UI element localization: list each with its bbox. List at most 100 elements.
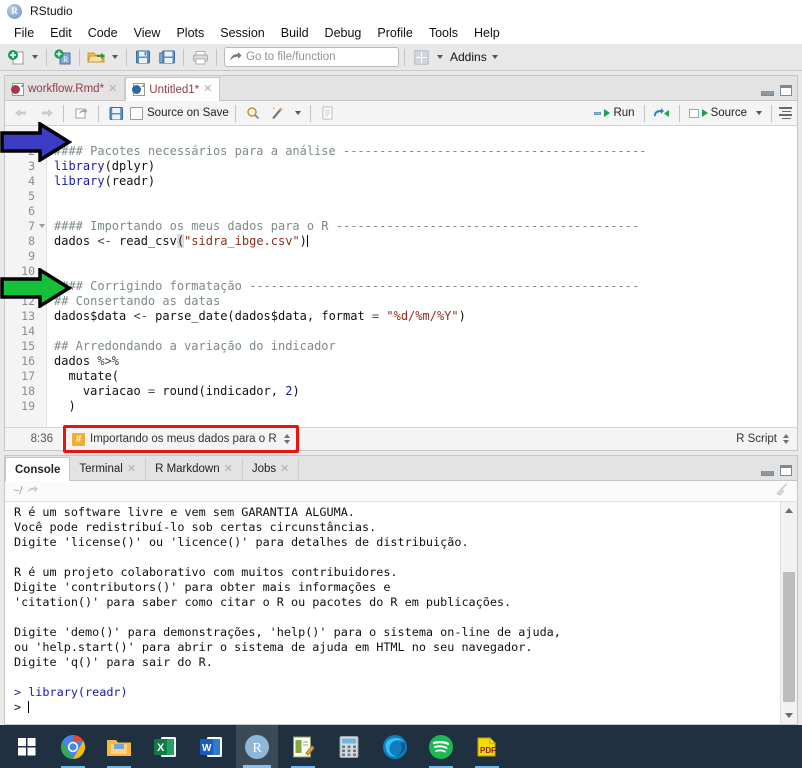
workspace-panes-dropdown-icon[interactable] xyxy=(437,55,443,59)
excel-icon[interactable]: X xyxy=(144,725,186,768)
minimize-pane-icon[interactable] xyxy=(761,471,774,476)
workspace-panes-icon[interactable] xyxy=(410,47,432,67)
code-line[interactable]: dados$data <- parse_date(dados$data, for… xyxy=(54,309,797,324)
menu-tools[interactable]: Tools xyxy=(421,24,466,42)
tab-console[interactable]: Console xyxy=(5,457,71,481)
code-line[interactable]: library(readr) xyxy=(54,174,797,189)
tab-r-markdown[interactable]: R Markdown ✕ xyxy=(146,458,243,480)
console-output[interactable]: R é um software livre e vem sem GARANTIA… xyxy=(5,502,780,724)
code-line[interactable]: ## Consertando as datas xyxy=(54,294,797,309)
source-button[interactable]: Source xyxy=(686,106,750,120)
menu-file[interactable]: File xyxy=(6,24,42,42)
file-type-selector[interactable]: R Script xyxy=(736,433,797,445)
editor-code-area[interactable]: #### Pacotes necessários para a análise … xyxy=(47,126,797,427)
code-fold-icon[interactable] xyxy=(39,224,45,228)
console-body[interactable]: R é um software livre e vem sem GARANTIA… xyxy=(5,502,797,724)
file-explorer-icon[interactable] xyxy=(98,725,140,768)
close-icon[interactable]: ✕ xyxy=(280,463,289,475)
save-icon[interactable] xyxy=(132,47,154,67)
code-line[interactable] xyxy=(54,264,797,279)
re-run-icon[interactable] xyxy=(651,103,673,123)
save-all-icon[interactable] xyxy=(156,47,178,67)
code-line[interactable]: #### Pacotes necessários para a análise … xyxy=(54,144,797,159)
console-scrollbar[interactable] xyxy=(780,502,797,724)
find-icon[interactable] xyxy=(242,103,264,123)
menu-session[interactable]: Session xyxy=(212,24,272,42)
code-line[interactable]: dados <- read_csv("sidra_ibge.csv") xyxy=(54,234,797,249)
menu-help[interactable]: Help xyxy=(466,24,508,42)
code-tools-icon[interactable] xyxy=(267,103,289,123)
start-button-icon[interactable] xyxy=(6,725,48,768)
code-line[interactable] xyxy=(54,204,797,219)
code-line[interactable]: mutate( xyxy=(54,369,797,384)
show-in-new-window-icon[interactable] xyxy=(70,103,92,123)
code-line[interactable]: library(dplyr) xyxy=(54,159,797,174)
source-tab-untitled1[interactable]: Untitled1* ✕ xyxy=(125,77,221,101)
menu-debug[interactable]: Debug xyxy=(317,24,370,42)
forward-arrow-icon[interactable] xyxy=(35,103,57,123)
close-icon[interactable]: ✕ xyxy=(224,463,233,475)
maximize-pane-icon[interactable] xyxy=(780,85,792,96)
close-icon[interactable]: ✕ xyxy=(108,83,117,95)
menu-build[interactable]: Build xyxy=(273,24,317,42)
menu-plots[interactable]: Plots xyxy=(168,24,212,42)
print-icon[interactable] xyxy=(189,47,211,67)
code-section-selector[interactable]: # Importando os meus dados para o R xyxy=(63,425,299,453)
edge-icon[interactable] xyxy=(374,725,416,768)
open-file-dropdown-icon[interactable] xyxy=(112,55,118,59)
editor-save-icon[interactable] xyxy=(105,103,127,123)
notepad-icon[interactable] xyxy=(282,725,324,768)
section-stepper-icon[interactable] xyxy=(283,434,290,444)
goto-file-function-input[interactable]: Go to file/function xyxy=(224,47,399,67)
code-line[interactable]: #### Importando os meus dados para o R -… xyxy=(54,219,797,234)
new-project-icon[interactable]: R xyxy=(52,47,74,67)
compile-report-icon[interactable] xyxy=(317,103,339,123)
close-icon[interactable]: ✕ xyxy=(203,84,212,95)
back-arrow-icon[interactable] xyxy=(10,103,32,123)
scrollbar-thumb[interactable] xyxy=(783,572,795,702)
source-on-save-checkbox[interactable]: Source on Save xyxy=(130,106,229,120)
google-chrome-icon[interactable] xyxy=(52,725,94,768)
menu-edit[interactable]: Edit xyxy=(42,24,80,42)
source-tab-workflow-rmd[interactable]: workflow.Rmd* ✕ xyxy=(5,78,126,100)
editor-body[interactable]: 1 2 3 4 5 6 7 8 9 10 11 12 13 14 15 16 17 18 19 #### Pacot… xyxy=(5,126,797,427)
minimize-pane-icon[interactable] xyxy=(761,91,774,96)
broom-icon[interactable] xyxy=(775,483,789,499)
code-tools-dropdown-icon[interactable] xyxy=(294,111,301,115)
scroll-down-icon[interactable] xyxy=(785,713,793,718)
word-icon[interactable]: W xyxy=(190,725,232,768)
addins-dropdown-icon[interactable] xyxy=(491,55,498,59)
code-line[interactable]: #### Corrigindo formatação -------------… xyxy=(54,279,797,294)
menu-profile[interactable]: Profile xyxy=(369,24,420,42)
spotify-icon[interactable] xyxy=(420,725,462,768)
code-line[interactable]: variacao = round(indicador, 2) xyxy=(54,384,797,399)
code-line[interactable] xyxy=(54,189,797,204)
menu-code[interactable]: Code xyxy=(80,24,126,42)
code-line[interactable]: ) xyxy=(54,399,797,414)
checkbox-icon[interactable] xyxy=(130,106,143,120)
document-outline-icon[interactable] xyxy=(778,103,792,123)
new-file-icon[interactable] xyxy=(5,47,27,67)
source-dropdown-icon[interactable] xyxy=(756,111,762,115)
maximize-pane-icon[interactable] xyxy=(780,465,792,476)
code-line[interactable]: dados %>% xyxy=(54,354,797,369)
addins-button[interactable]: Addins xyxy=(450,50,487,64)
run-button[interactable]: Run xyxy=(591,106,637,120)
code-line[interactable] xyxy=(54,129,797,144)
tab-jobs[interactable]: Jobs ✕ xyxy=(243,458,300,480)
new-file-dropdown-icon[interactable] xyxy=(32,55,38,59)
menu-view[interactable]: View xyxy=(126,24,169,42)
code-line[interactable]: ## Arredondando a variação do indicador xyxy=(54,339,797,354)
open-file-icon[interactable] xyxy=(85,47,107,67)
tab-terminal[interactable]: Terminal ✕ xyxy=(70,458,147,480)
code-line[interactable] xyxy=(54,324,797,339)
code-line[interactable] xyxy=(54,249,797,264)
close-icon[interactable]: ✕ xyxy=(127,463,136,475)
file-type-stepper-icon[interactable] xyxy=(783,434,789,444)
code-fold-icon[interactable] xyxy=(39,284,45,288)
calculator-icon[interactable] xyxy=(328,725,370,768)
pdf-icon[interactable]: PDF xyxy=(466,725,508,768)
working-directory-label[interactable]: ~/ xyxy=(13,485,22,497)
rstudio-icon[interactable]: R xyxy=(236,725,278,768)
open-in-window-icon[interactable] xyxy=(26,484,39,498)
